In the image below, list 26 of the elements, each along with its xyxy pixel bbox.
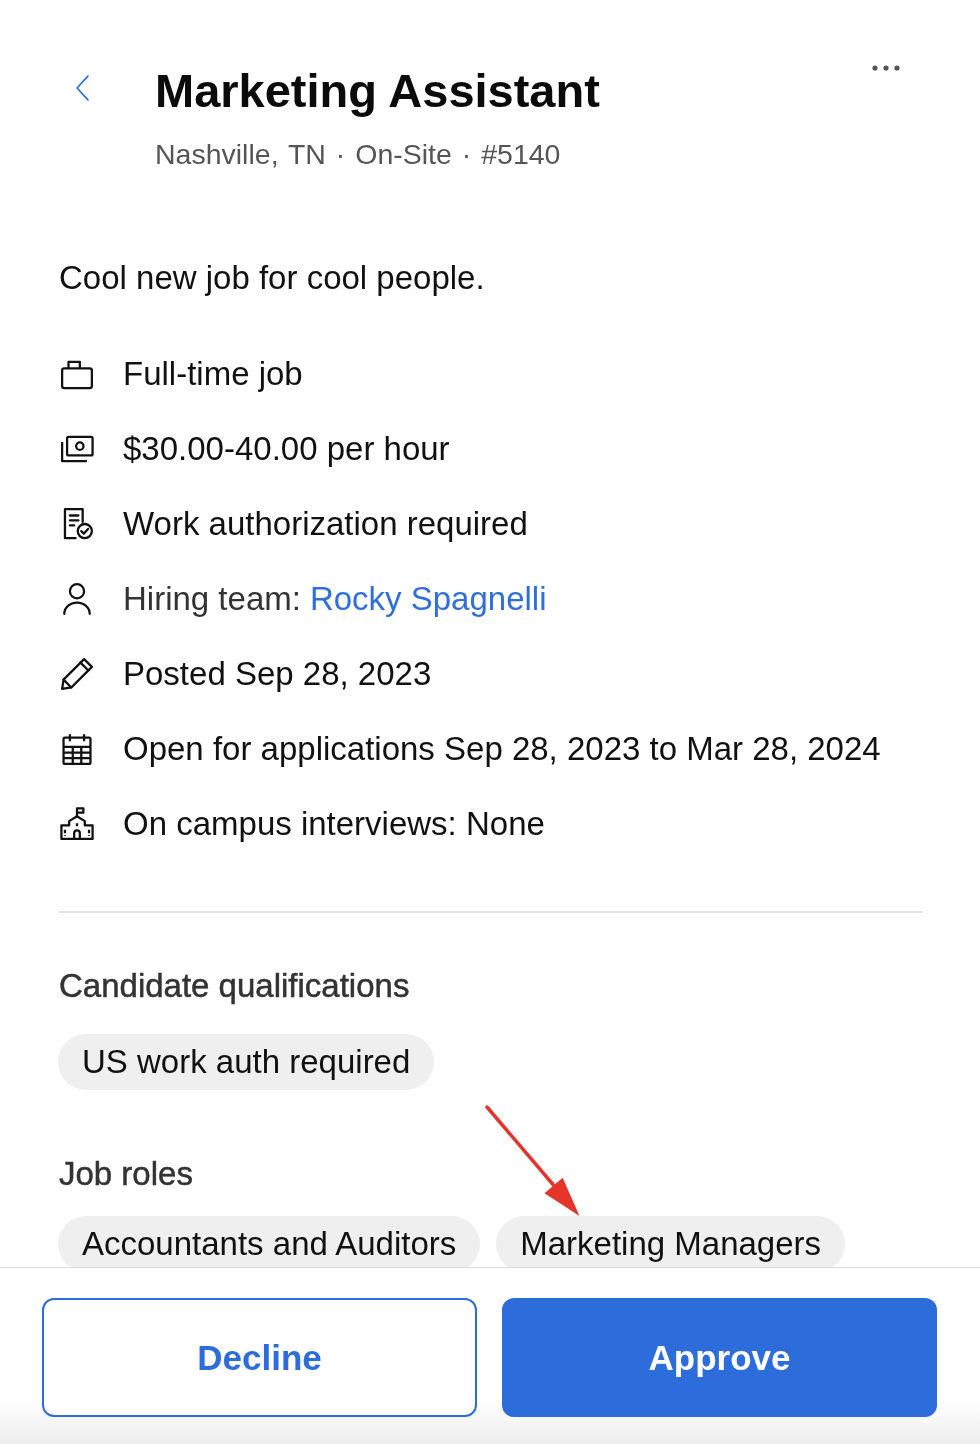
calendar-icon <box>60 731 94 766</box>
tag-chip: US work auth required <box>58 1034 435 1090</box>
more-button[interactable] <box>872 64 900 71</box>
detail-text: Work authorization required <box>123 503 528 544</box>
detail-text: Posted Sep 28, 2023 <box>123 653 432 694</box>
person-icon <box>60 581 94 616</box>
detail-text: Hiring team: <box>123 578 301 619</box>
tag-chip: Marketing Managers <box>496 1216 846 1267</box>
section-heading: Candidate qualifications <box>59 966 411 1006</box>
back-button[interactable] <box>76 75 89 101</box>
more-icon <box>872 64 900 71</box>
school-building-icon <box>60 806 94 841</box>
decline-button[interactable]: Decline <box>42 1298 477 1417</box>
approve-button[interactable]: Approve <box>502 1298 937 1417</box>
hiring-team-link[interactable]: Rocky Spagnelli <box>309 578 547 619</box>
detail-text: $30.00-40.00 per hour <box>123 428 450 469</box>
job-title: Marketing Assistant <box>155 63 601 119</box>
detail-text: On campus interviews: None <box>123 803 545 844</box>
chevron-left-icon <box>76 75 89 101</box>
job-description: Cool new job for cool people. <box>59 258 486 298</box>
section-heading: Job roles <box>59 1154 194 1194</box>
pencil-icon <box>60 656 94 691</box>
detail-text: Full-time job <box>123 353 303 394</box>
tag-chip: Accountants and Auditors <box>58 1216 481 1267</box>
job-meta: Nashville, TN · On-Site · #5140 <box>155 137 562 172</box>
detail-text: Open for applications Sep 28, 2023 to Mar 28, 2024 <box>123 728 881 769</box>
